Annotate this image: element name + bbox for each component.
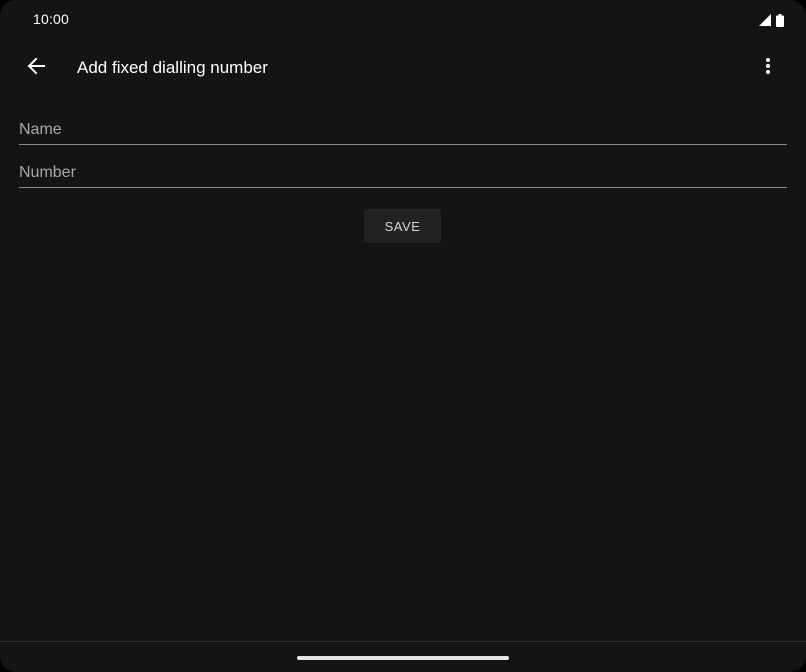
number-input[interactable]: [19, 158, 787, 187]
back-button[interactable]: [18, 50, 54, 86]
more-vert-icon: [766, 57, 770, 79]
number-field: [19, 158, 787, 188]
page-title: Add fixed dialling number: [77, 58, 268, 77]
app-bar: Add fixed dialling number: [0, 40, 806, 96]
more-options-button[interactable]: [750, 50, 786, 86]
status-bar: 10:00: [0, 0, 806, 40]
signal-icon: [759, 14, 771, 26]
arrow-back-icon: [27, 57, 45, 80]
device-screen: 10:00 Add fixed dialling number Name Num…: [0, 0, 806, 672]
name-field: [19, 115, 787, 145]
status-time: 10:00: [33, 11, 70, 27]
home-gesture-handle[interactable]: [297, 656, 509, 660]
name-input[interactable]: [19, 115, 787, 144]
navigation-bar: [0, 641, 806, 672]
status-icons: [759, 13, 784, 27]
battery-icon: [776, 13, 784, 27]
save-button[interactable]: SAVE: [364, 209, 441, 243]
